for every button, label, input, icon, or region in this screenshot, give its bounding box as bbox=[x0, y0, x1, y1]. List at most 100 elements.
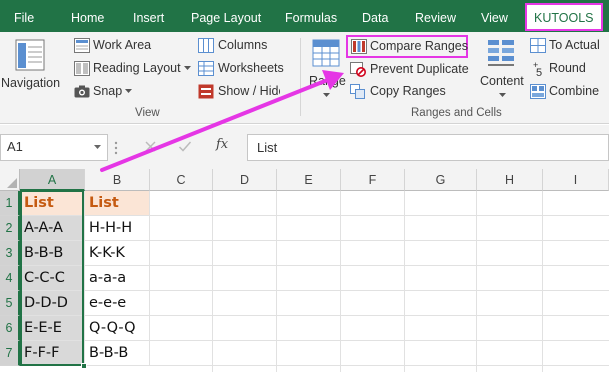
navigation-label: Navigation bbox=[1, 76, 61, 90]
columns-label: Columns bbox=[218, 38, 268, 52]
tab-review[interactable]: Review bbox=[415, 0, 456, 32]
navigation-button[interactable]: Navigation bbox=[0, 32, 62, 104]
name-box-value: A1 bbox=[7, 139, 23, 154]
cell-b7[interactable]: B-B-B bbox=[85, 341, 150, 366]
formula-input[interactable]: List bbox=[247, 134, 609, 161]
cell-a1[interactable]: List bbox=[20, 191, 85, 216]
show-hide-button[interactable]: Show / Hide bbox=[198, 83, 280, 101]
select-all-corner[interactable] bbox=[0, 169, 20, 191]
formula-bar: A1 fx List bbox=[0, 125, 609, 169]
column-header-g[interactable]: G bbox=[405, 169, 477, 191]
range-button[interactable]: Range bbox=[306, 32, 346, 104]
copy-ranges-button[interactable]: Copy Ranges bbox=[350, 83, 450, 101]
combine-label: Combine bbox=[549, 84, 600, 98]
tab-file[interactable]: File bbox=[14, 0, 34, 32]
fill-handle[interactable] bbox=[81, 363, 87, 369]
compare-ranges-icon bbox=[351, 39, 367, 54]
prevent-duplicate-button[interactable]: Prevent Duplicate bbox=[350, 61, 470, 79]
worksheets-icon bbox=[198, 61, 214, 76]
cell-b3[interactable]: K-K-K bbox=[85, 241, 150, 266]
tab-data[interactable]: Data bbox=[362, 0, 388, 32]
show-hide-label: Show / Hide bbox=[218, 84, 280, 98]
cell-a2[interactable]: A-A-A bbox=[20, 216, 85, 241]
columns-button[interactable]: Columns bbox=[198, 37, 280, 55]
tab-view[interactable]: View bbox=[481, 0, 508, 32]
empty-cells[interactable] bbox=[150, 191, 609, 372]
cell-b1[interactable]: List bbox=[85, 191, 150, 216]
tab-home[interactable]: Home bbox=[71, 0, 104, 32]
cell-a5[interactable]: D-D-D bbox=[20, 291, 85, 316]
prevent-duplicate-label: Prevent Duplicate bbox=[370, 62, 469, 76]
compare-ranges-label: Compare Ranges bbox=[370, 39, 468, 53]
tab-formulas[interactable]: Formulas bbox=[285, 0, 337, 32]
cell-b5[interactable]: e-e-e bbox=[85, 291, 150, 316]
snap-button[interactable]: Snap bbox=[74, 83, 136, 101]
column-header-c[interactable]: C bbox=[150, 169, 213, 191]
cell-b4[interactable]: a-a-a bbox=[85, 266, 150, 291]
column-header-d[interactable]: D bbox=[213, 169, 277, 191]
tab-kutools[interactable]: KUTOOLS bbox=[525, 3, 603, 31]
row-header-5[interactable]: 5 bbox=[0, 291, 20, 316]
cell-a4[interactable]: C-C-C bbox=[20, 266, 85, 291]
range-icon bbox=[312, 39, 340, 67]
round-label: Round bbox=[549, 61, 586, 75]
cell-b2[interactable]: H-H-H bbox=[85, 216, 150, 241]
round-button[interactable]: + 5 Round bbox=[530, 60, 609, 78]
cell-a6[interactable]: E-E-E bbox=[20, 316, 85, 341]
content-button[interactable]: Content bbox=[478, 32, 526, 104]
compare-ranges-button[interactable]: Compare Ranges bbox=[346, 35, 468, 58]
round-icon: + 5 bbox=[533, 60, 542, 77]
name-box[interactable]: A1 bbox=[0, 134, 108, 161]
group-separator bbox=[300, 38, 301, 116]
show-hide-icon bbox=[198, 84, 214, 99]
row-header-6[interactable]: 6 bbox=[0, 316, 20, 341]
column-header-a[interactable]: A bbox=[20, 169, 85, 191]
to-actual-button[interactable]: To Actual bbox=[530, 37, 609, 55]
chevron-down-icon bbox=[499, 93, 506, 97]
drag-handle-icon[interactable] bbox=[114, 141, 118, 155]
insert-function-button[interactable]: fx bbox=[216, 137, 228, 152]
worksheets-label: Worksheets bbox=[218, 61, 284, 75]
enter-check-icon[interactable] bbox=[178, 140, 192, 153]
copy-ranges-icon bbox=[350, 84, 365, 99]
svg-text:5: 5 bbox=[536, 67, 542, 77]
column-header-e[interactable]: E bbox=[277, 169, 341, 191]
row-header-1[interactable]: 1 bbox=[0, 191, 20, 216]
prevent-duplicate-icon bbox=[350, 62, 366, 77]
work-area-button[interactable]: Work Area bbox=[74, 37, 184, 55]
ribbon-tab-bar: File Home Insert Page Layout Formulas Da… bbox=[0, 0, 609, 32]
row-header-4[interactable]: 4 bbox=[0, 266, 20, 291]
reading-layout-button[interactable]: Reading Layout bbox=[74, 60, 192, 78]
content-icon bbox=[488, 40, 514, 66]
tab-insert[interactable]: Insert bbox=[133, 0, 164, 32]
column-header-b[interactable]: B bbox=[85, 169, 150, 191]
cell-a3[interactable]: B-B-B bbox=[20, 241, 85, 266]
cell-a7[interactable]: F-F-F bbox=[20, 341, 85, 366]
chevron-down-icon bbox=[323, 93, 330, 97]
copy-ranges-label: Copy Ranges bbox=[370, 84, 446, 98]
combine-icon bbox=[530, 84, 546, 99]
row-header-7[interactable]: 7 bbox=[0, 341, 20, 366]
cell-b6[interactable]: Q-Q-Q bbox=[85, 316, 150, 341]
camera-icon bbox=[74, 85, 90, 98]
view-group-label: View bbox=[135, 107, 160, 119]
ranges-and-cells-group-label: Ranges and Cells bbox=[411, 107, 502, 119]
to-actual-icon bbox=[530, 38, 546, 53]
combine-button[interactable]: Combine bbox=[530, 83, 609, 101]
reading-layout-label: Reading Layout bbox=[93, 61, 181, 75]
to-actual-label: To Actual bbox=[549, 38, 600, 52]
row-header-3[interactable]: 3 bbox=[0, 241, 20, 266]
work-area-icon bbox=[74, 38, 90, 53]
cancel-icon[interactable] bbox=[144, 140, 157, 153]
column-header-h[interactable]: H bbox=[477, 169, 543, 191]
row-header-2[interactable]: 2 bbox=[0, 216, 20, 241]
chevron-down-icon[interactable] bbox=[94, 145, 101, 150]
work-area-label: Work Area bbox=[93, 38, 152, 52]
range-label: Range bbox=[309, 74, 346, 88]
content-label: Content bbox=[480, 74, 524, 88]
tab-page-layout[interactable]: Page Layout bbox=[191, 0, 261, 32]
spreadsheet-grid: A B C D E F G H I 1 2 3 4 5 6 7 List A-A… bbox=[0, 169, 609, 372]
column-header-f[interactable]: F bbox=[341, 169, 405, 191]
column-header-i[interactable]: I bbox=[543, 169, 609, 191]
worksheets-button[interactable]: Worksheets bbox=[198, 60, 288, 78]
